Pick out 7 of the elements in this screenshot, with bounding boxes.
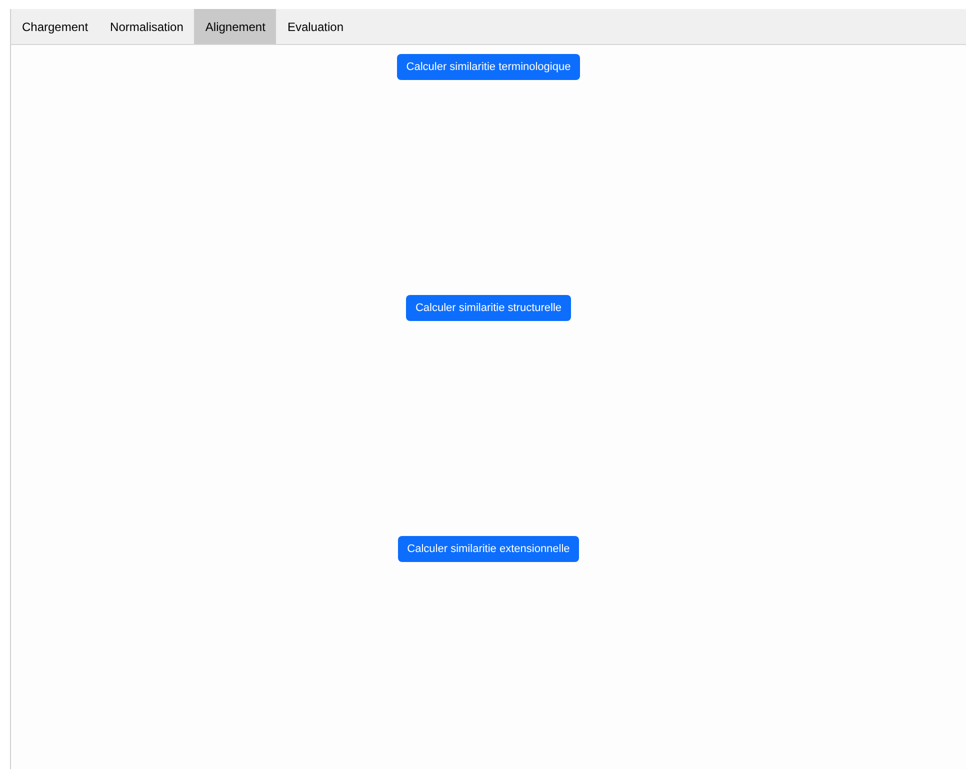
tab[interactable]: Alignement — [194, 9, 276, 44]
tab[interactable]: Evaluation — [276, 9, 354, 44]
calculate-button[interactable]: Calculer similaritie structurelle — [406, 295, 571, 321]
tab[interactable]: Chargement — [11, 9, 100, 44]
calculate-button[interactable]: Calculer similaritie extensionnelle — [398, 536, 579, 562]
tab[interactable]: Normalisation — [99, 9, 194, 44]
calculate-button[interactable]: Calculer similaritie terminologique — [397, 54, 580, 80]
